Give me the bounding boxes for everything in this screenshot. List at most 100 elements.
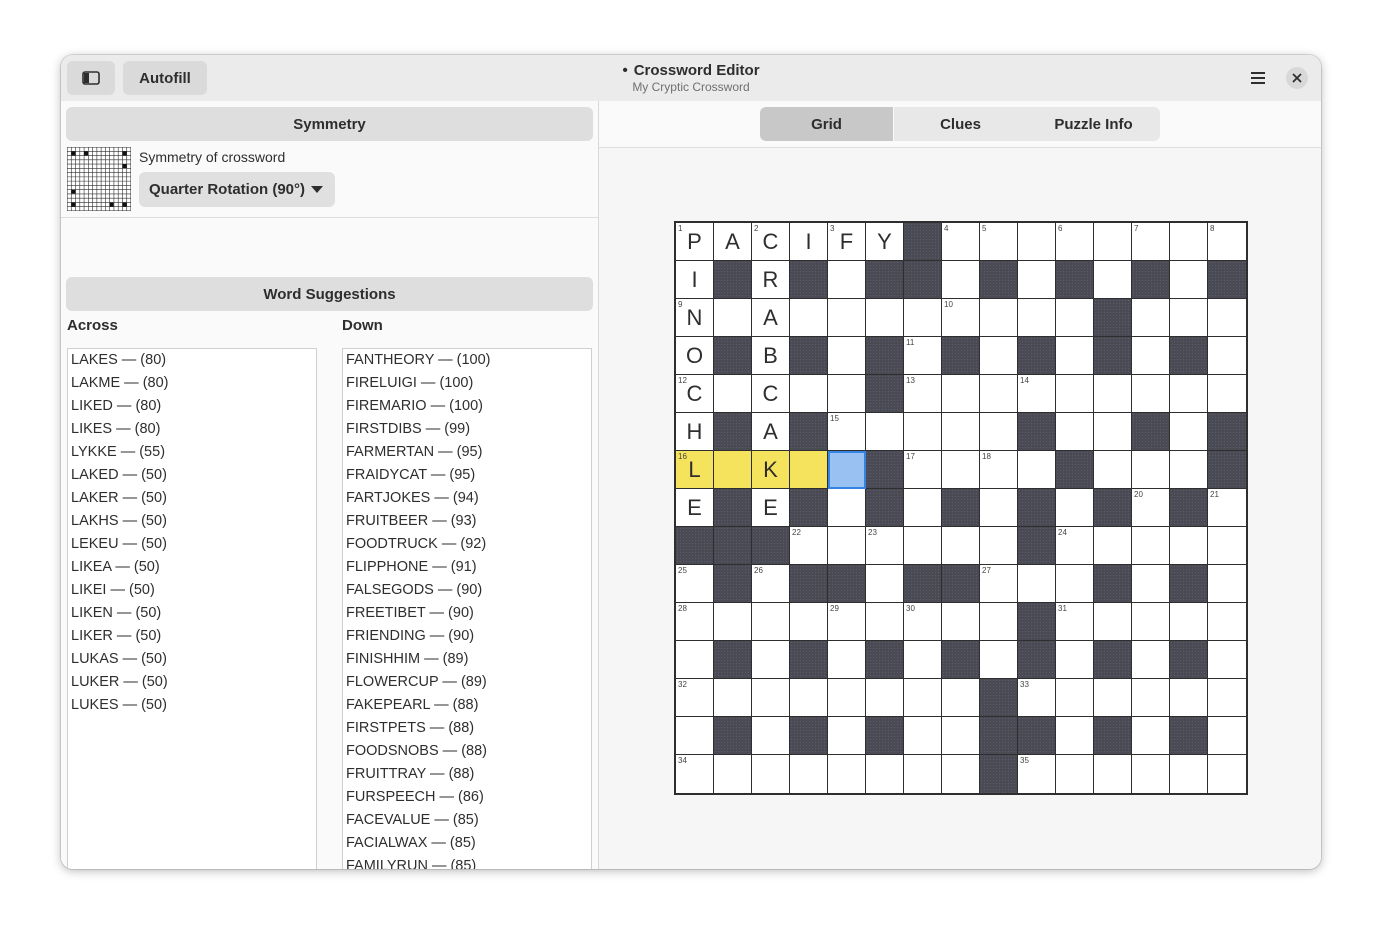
grid-cell[interactable] [828, 375, 866, 413]
grid-cell[interactable] [1132, 717, 1170, 755]
grid-cell[interactable]: C [752, 375, 790, 413]
grid-cell[interactable] [1094, 603, 1132, 641]
across-suggestion-item[interactable]: LAKED — (50) [68, 464, 316, 487]
across-suggestion-item[interactable]: LAKME — (80) [68, 372, 316, 395]
down-suggestion-item[interactable]: FARMERTAN — (95) [343, 441, 591, 464]
across-suggestion-item[interactable]: LIKEI — (50) [68, 579, 316, 602]
grid-cell[interactable]: 12 C [676, 375, 714, 413]
across-suggestion-item[interactable]: LUKER — (50) [68, 671, 316, 694]
grid-cell[interactable]: 2C [752, 223, 790, 261]
grid-cell[interactable]: K [752, 451, 790, 489]
grid-cell[interactable] [980, 603, 1018, 641]
grid-cell[interactable] [1132, 679, 1170, 717]
grid-cell[interactable] [790, 451, 828, 489]
grid-block-cell[interactable] [676, 527, 714, 565]
grid-cell[interactable]: I [790, 223, 828, 261]
down-suggestion-item[interactable]: FOODSNOBS — (88) [343, 740, 591, 763]
grid-cell[interactable] [714, 375, 752, 413]
grid-cell[interactable] [1132, 641, 1170, 679]
grid-cell[interactable]: 20 [1132, 489, 1170, 527]
grid-cell[interactable]: 1P [676, 223, 714, 261]
grid-cell[interactable] [1208, 299, 1246, 337]
grid-block-cell[interactable] [1056, 451, 1094, 489]
grid-cell[interactable] [1132, 337, 1170, 375]
grid-cell[interactable] [1132, 451, 1170, 489]
grid-cell[interactable] [790, 679, 828, 717]
down-suggestion-item[interactable]: FRUITBEER — (93) [343, 510, 591, 533]
across-suggestion-item[interactable]: LAKES — (80) [68, 349, 316, 372]
down-suggestion-item[interactable]: FAMILYRUN — (85) [343, 855, 591, 869]
grid-cell[interactable]: 9N [676, 299, 714, 337]
grid-cell[interactable] [980, 337, 1018, 375]
down-suggestion-item[interactable]: FIRSTPETS — (88) [343, 717, 591, 740]
grid-block-cell[interactable] [1056, 261, 1094, 299]
grid-cell[interactable] [1132, 565, 1170, 603]
grid-cell[interactable] [942, 603, 980, 641]
grid-cell[interactable] [1056, 755, 1094, 793]
across-suggestion-item[interactable]: LUKES — (50) [68, 694, 316, 717]
grid-cell[interactable] [942, 679, 980, 717]
grid-block-cell[interactable] [714, 565, 752, 603]
grid-block-cell[interactable] [1170, 337, 1208, 375]
grid-cell[interactable]: I [676, 261, 714, 299]
grid-cell[interactable] [1170, 375, 1208, 413]
grid-cell[interactable] [866, 603, 904, 641]
grid-block-cell[interactable] [980, 717, 1018, 755]
grid-cell[interactable] [1056, 413, 1094, 451]
grid-cell[interactable] [790, 603, 828, 641]
grid-cell[interactable]: R [752, 261, 790, 299]
tab-puzzle-info[interactable]: Puzzle Info [1027, 107, 1160, 141]
down-suggestions-list[interactable]: FANTHEORY — (100) FIRELUIGI — (100) FIREMA… [342, 348, 592, 869]
down-suggestion-item[interactable]: FLOWERCUP — (89) [343, 671, 591, 694]
grid-block-cell[interactable] [1018, 413, 1056, 451]
grid-cell[interactable] [1018, 299, 1056, 337]
grid-cell[interactable]: 15 [828, 413, 866, 451]
grid-cell[interactable] [1056, 337, 1094, 375]
grid-cell[interactable] [1170, 413, 1208, 451]
down-suggestion-item[interactable]: FURSPEECH — (86) [343, 786, 591, 809]
grid-cell[interactable] [904, 413, 942, 451]
grid-block-cell[interactable] [714, 489, 752, 527]
grid-cell[interactable] [714, 755, 752, 793]
grid-cell[interactable] [1170, 755, 1208, 793]
across-suggestion-item[interactable]: LIKEA — (50) [68, 556, 316, 579]
grid-block-cell[interactable] [1094, 299, 1132, 337]
down-suggestion-item[interactable]: FIRSTDIBS — (99) [343, 418, 591, 441]
grid-block-cell[interactable] [714, 413, 752, 451]
grid-block-cell[interactable] [866, 337, 904, 375]
grid-block-cell[interactable] [1094, 717, 1132, 755]
grid-cell[interactable] [828, 261, 866, 299]
grid-block-cell[interactable] [1018, 603, 1056, 641]
grid-block-cell[interactable] [714, 527, 752, 565]
grid-cell[interactable] [1132, 299, 1170, 337]
grid-cell[interactable] [866, 755, 904, 793]
grid-cell[interactable]: 26 [752, 565, 790, 603]
grid-block-cell[interactable] [980, 755, 1018, 793]
grid-block-cell[interactable] [904, 565, 942, 603]
grid-block-cell[interactable] [790, 413, 828, 451]
grid-cell[interactable]: 24 [1056, 527, 1094, 565]
grid-block-cell[interactable] [904, 223, 942, 261]
down-suggestion-item[interactable]: FARTJOKES — (94) [343, 487, 591, 510]
across-suggestion-item[interactable]: LAKHS — (50) [68, 510, 316, 533]
grid-cell[interactable] [1094, 375, 1132, 413]
grid-cell[interactable] [1094, 679, 1132, 717]
grid-cell[interactable] [942, 451, 980, 489]
grid-cell[interactable]: 5 [980, 223, 1018, 261]
grid-cell[interactable] [1094, 451, 1132, 489]
grid-cell[interactable] [828, 527, 866, 565]
grid-block-cell[interactable] [942, 641, 980, 679]
down-suggestion-item[interactable]: FRIENDING — (90) [343, 625, 591, 648]
grid-cell[interactable] [1170, 261, 1208, 299]
grid-cell[interactable]: 35 [1018, 755, 1056, 793]
grid-cell[interactable] [1132, 755, 1170, 793]
close-window-button[interactable] [1286, 67, 1308, 89]
down-suggestion-item[interactable]: FAKEPEARL — (88) [343, 694, 591, 717]
grid-block-cell[interactable] [1094, 489, 1132, 527]
grid-cell[interactable]: 14 [1018, 375, 1056, 413]
grid-cell[interactable] [714, 451, 752, 489]
grid-cell[interactable] [714, 299, 752, 337]
grid-cell[interactable] [1094, 223, 1132, 261]
grid-cell[interactable] [752, 641, 790, 679]
down-suggestion-item[interactable]: FINISHHIM — (89) [343, 648, 591, 671]
